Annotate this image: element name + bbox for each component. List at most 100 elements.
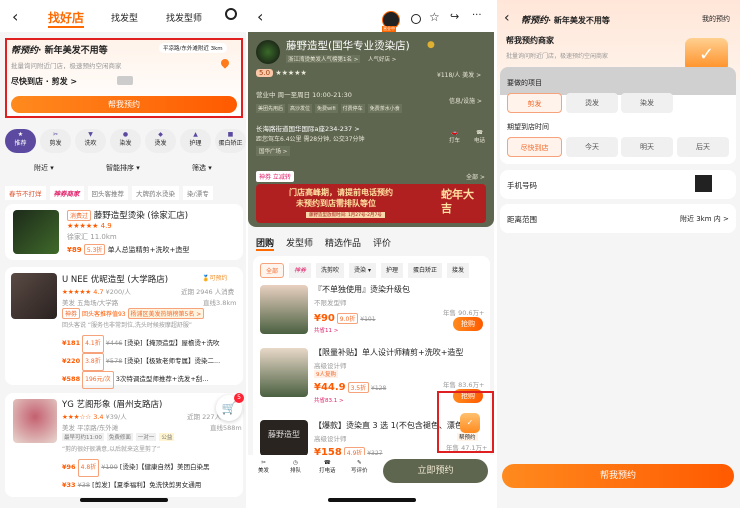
bottom-call[interactable]: ☎打电话 — [319, 460, 336, 474]
time-tomorrow[interactable]: 明天 — [621, 137, 673, 157]
tab-group-buy[interactable]: 团购 — [256, 236, 274, 251]
tag: 最早可约11:00 — [62, 433, 104, 441]
deal-thumbnail — [260, 348, 308, 397]
bottom-haircut[interactable]: ✂美发 — [258, 460, 269, 474]
category-keratin[interactable]: ■蛋白矫正 — [215, 129, 246, 153]
tab-stylists[interactable]: 发型师 — [286, 236, 313, 251]
deal-item[interactable]: ¥220 3.8折 ¥578 [烫染]【极致老师专属】烫染二... — [62, 353, 220, 371]
holiday-banner[interactable]: 门店高峰期，请提前电话预约 未预约到店需排队等位 藤野造型放假时间: 1月27号… — [256, 184, 486, 223]
bookable-badge: 🏅可预约 — [202, 273, 228, 282]
phone-row[interactable]: 手机号码 — [500, 170, 736, 199]
store-logo[interactable]: 营业中 — [382, 11, 400, 29]
deal-item[interactable]: ¥33 ¥38 [剪发]【夏季福利】免洗快剪男女通用 — [62, 477, 209, 493]
location-pill[interactable]: 平凉路/东外滩附近 3km — [159, 43, 227, 53]
back-icon[interactable]: ‹ — [504, 10, 510, 26]
filter-nearby[interactable]: 附近 ▾ — [34, 163, 54, 173]
chip[interactable]: 蛋白矫正 — [408, 263, 442, 278]
filter-more[interactable]: 筛选 ▾ — [192, 163, 212, 173]
shop-rating: ★★★★★ 4.7 ¥200/人 — [62, 286, 131, 296]
chip[interactable]: 护理 — [381, 263, 403, 278]
phone-button[interactable]: ☎电话 — [474, 130, 485, 144]
book-for-me-button[interactable]: 帮我预约 — [11, 96, 237, 113]
filter-sort[interactable]: 智能排序 ▾ — [106, 163, 140, 173]
service-selector[interactable]: 尽快到店 · 剪发 > — [11, 76, 77, 87]
popular-badge[interactable]: 人气好店 > — [368, 55, 396, 63]
book-now-button[interactable]: 立即预约 — [383, 459, 488, 483]
shop-deal[interactable]: ¥89 5.3折 单人总监精剪+洗吹+造型 — [67, 244, 189, 255]
landmark-tag[interactable]: 国华广场 > — [256, 146, 290, 156]
my-bookings-link[interactable]: 我的预约 — [702, 14, 730, 24]
quick-tag[interactable]: 大牌药水烫染 — [132, 186, 179, 200]
tab-works[interactable]: 精选作品 — [325, 236, 361, 251]
tab-find-shop[interactable]: 找好店 — [48, 9, 84, 28]
book-for-me-button[interactable]: 帮我预约 — [502, 464, 734, 488]
option-dye[interactable]: 染发 — [621, 93, 673, 113]
shop-distance: 直线3.8km — [203, 297, 236, 307]
time-day-after[interactable]: 后天 — [677, 137, 729, 157]
favorite-star-icon[interactable]: ☆ — [429, 10, 440, 24]
tab-reviews[interactable]: 评价 — [373, 236, 391, 251]
share-icon[interactable]: ↪ — [450, 10, 459, 23]
quick-tag[interactable]: 春节不打烊 — [5, 186, 46, 200]
category-dye[interactable]: ●染发 — [110, 129, 141, 153]
shop-detail-screen: ‹ 营业中 ☆ ↪ ··· 藤野造型(国华专业烫染店) ● 浙江湾烫美发人气榜第… — [248, 0, 494, 508]
category-row: ★推荐 ✂剪发 ▼洗吹 ●染发 ◆烫发 ▲护理 ■蛋白矫正 — [5, 129, 246, 153]
rank-link[interactable]: 杨浦区美发热销榜第5名 > — [128, 308, 205, 319]
deal-item[interactable]: ¥588 196元/次 3次特调造型师推荐+洗发+刮... — [62, 371, 220, 389]
rank-badge[interactable]: 浙江湾烫美发人气榜第1名 > — [286, 55, 360, 63]
visited-badge: 消费过 — [67, 210, 91, 221]
search-icon[interactable] — [225, 8, 237, 20]
back-icon[interactable]: ‹ — [257, 7, 263, 26]
time-today[interactable]: 今天 — [566, 137, 618, 157]
route-info: 距您驾车6.4公里 需28分钟, 公交37分钟 — [256, 134, 365, 143]
shop-card[interactable]: 消费过 藤野造型烫染 (徐家汇店) ★★★★★ 4.9 徐家汇 11.0km ¥… — [5, 204, 243, 260]
category-care[interactable]: ▲护理 — [180, 129, 211, 153]
option-haircut[interactable]: 剪发 — [507, 93, 562, 113]
tab-find-style[interactable]: 找发型 — [111, 11, 138, 24]
taxi-button[interactable]: 🚗打车 — [449, 130, 460, 144]
category-perm[interactable]: ◆烫发 — [145, 129, 176, 153]
time-asap[interactable]: 尽快到店 — [507, 137, 562, 157]
chip-coupon[interactable]: 神券 — [289, 263, 311, 278]
options-card: 要做的项目 剪发 烫发 染发 期望到店时间 尽快到店 今天 明天 后天 — [500, 67, 736, 164]
back-icon[interactable]: ‹ — [12, 7, 18, 26]
bottom-review[interactable]: ✎写评价 — [351, 460, 368, 474]
chip-all[interactable]: 全部 — [260, 263, 284, 278]
facility-tag: 免费wifi — [315, 104, 338, 113]
deal-item[interactable]: ¥181 4.1折 ¥446 [烫染]【掩顶造型】屋檐烫+洗吹 — [62, 335, 220, 353]
banner-title: · 新年美发不用等 — [38, 46, 108, 56]
phone-masked[interactable] — [117, 76, 133, 85]
more-icon[interactable]: ··· — [472, 10, 482, 21]
chip[interactable]: 烫染 ▾ — [349, 263, 376, 278]
category-recommend[interactable]: ★推荐 — [5, 129, 36, 153]
search-icon[interactable] — [411, 14, 421, 24]
store-avatar — [256, 40, 280, 64]
medal-icon: ● — [427, 40, 435, 50]
cart-button[interactable]: 🛒 5 — [216, 395, 242, 421]
quick-tag[interactable]: 染/漂专 — [183, 186, 213, 200]
info-facilities-link[interactable]: 信息/设施 > — [449, 96, 482, 105]
shop-card[interactable]: YG 艺阁形象 (眉州支路店) ★★★☆☆ 3.4 ¥39/人 近期 227人 … — [5, 393, 243, 497]
category-cut[interactable]: ✂剪发 — [40, 129, 71, 153]
recent-consumers: 近期 2946 人消费 — [181, 286, 234, 296]
store-address[interactable]: 长海路街道国华国际a座234-237 > — [256, 123, 360, 133]
tab-find-stylist[interactable]: 找发型师 — [166, 11, 202, 24]
chip[interactable]: 洗剪吹 — [316, 263, 344, 278]
view-all-link[interactable]: 全部 > — [466, 172, 485, 181]
price-per-person[interactable]: ¥118/人 美发 > — [437, 70, 481, 79]
promo-badge[interactable]: 神券 立减转 — [256, 171, 294, 182]
distance-row[interactable]: 距离范围 附近 3km 内 > — [500, 204, 736, 233]
option-perm[interactable]: 烫发 — [566, 93, 618, 113]
deal-item[interactable]: ¥96 4.8折 ¥199 [烫染]【健康自然】美团白染黑 — [62, 459, 209, 477]
tag: 一对一 — [136, 433, 157, 441]
bottom-queue[interactable]: ◷排队 — [290, 460, 301, 474]
quick-tag[interactable]: 神券商家 — [50, 186, 84, 200]
category-wash[interactable]: ▼洗吹 — [75, 129, 106, 153]
shop-card[interactable]: U NEE 优昵造型 (大学路店) 🏅可预约 ★★★★★ 4.7 ¥200/人 … — [5, 267, 243, 385]
chip[interactable]: 接发 — [447, 263, 469, 278]
quick-tags: 春节不打烊 神券商家 回头客推荐 大牌药水烫染 染/漂专 — [5, 186, 213, 200]
floating-booking-button[interactable]: ✓ 帮预约 — [437, 391, 494, 453]
buy-button[interactable]: 抢购 — [453, 317, 483, 331]
facility-tag: 美团先用后 — [256, 104, 285, 113]
quick-tag[interactable]: 回头客推荐 — [88, 186, 129, 200]
